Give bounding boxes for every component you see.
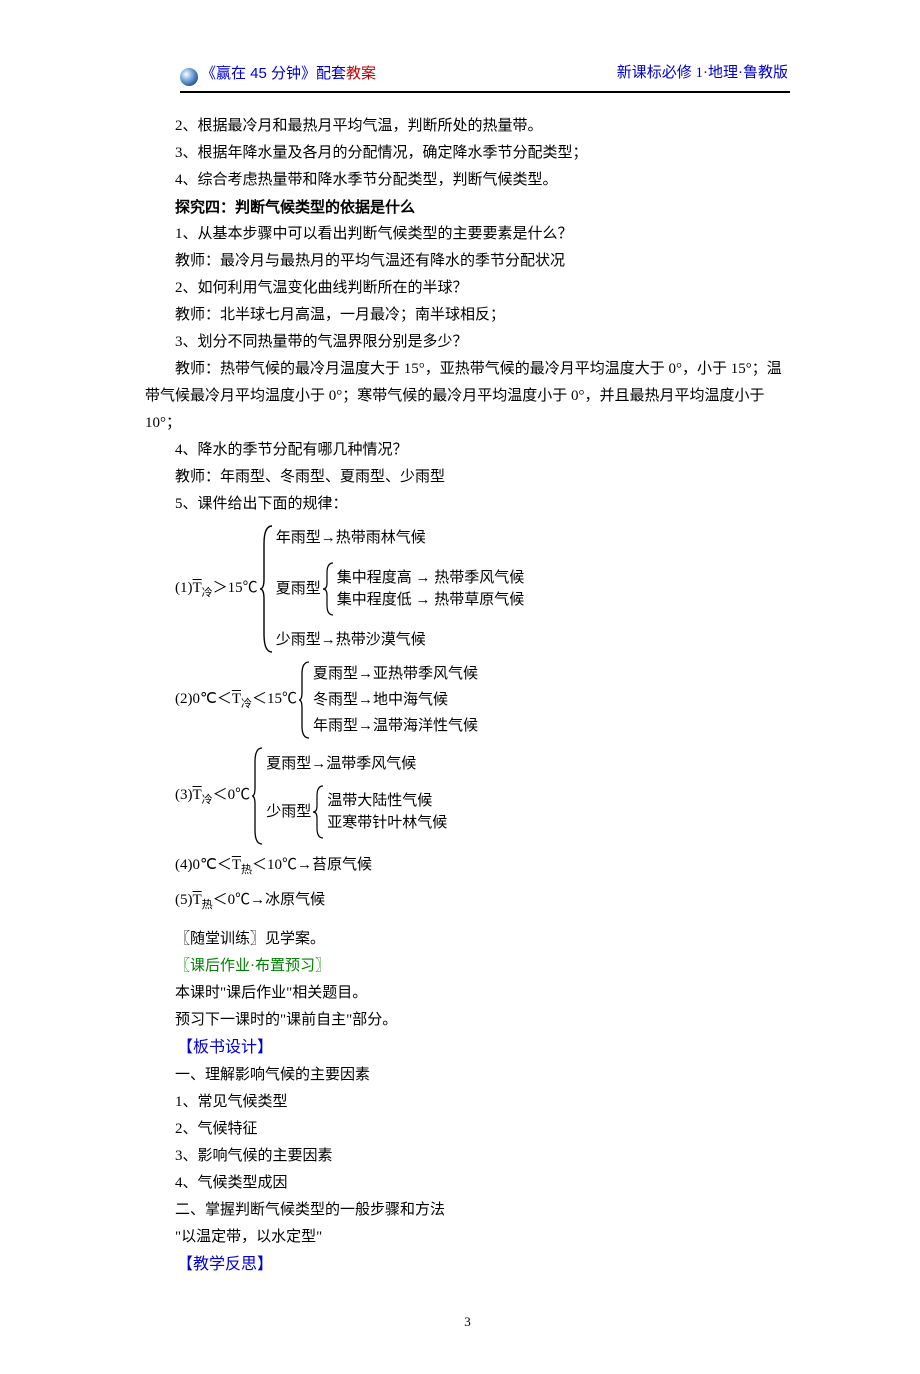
- sub-label: 夏雨型: [276, 577, 321, 601]
- climate-rule-1: (1)T冷＞15℃ 年雨型→热带雨林气候 夏雨型: [175, 524, 790, 654]
- para: 3、划分不同热量带的气温界限分别是多少？: [145, 329, 790, 356]
- para: 1、从基本步骤中可以看出判断气候类型的主要要素是什么？: [145, 221, 790, 248]
- rule-text: (5): [175, 892, 193, 908]
- para: 1、常见气候类型: [145, 1089, 790, 1116]
- page-header: 《赢在 45 分钟》配套教案 新课标必修 1·地理·鲁教版: [180, 60, 790, 87]
- para: 3、根据年降水量及各月的分配情况，确定降水季节分配类型；: [145, 140, 790, 167]
- climate-rule-3: (3)T冷＜0℃ 夏雨型→温带季风气候 少雨型: [175, 746, 790, 846]
- rule-text: ＜10℃→苔原气候: [252, 857, 372, 873]
- para-multiline: 教师：热带气候的最冷月温度大于 15°，亚热带气候的最冷月平均温度大于 0°，小…: [145, 356, 790, 437]
- para: 一、理解影响气候的主要因素: [145, 1062, 790, 1089]
- content: 2、根据最冷月和最热月平均气温，判断所处的热量带。 3、根据年降水量及各月的分配…: [145, 113, 790, 1280]
- rule-num: (2)0℃＜: [175, 691, 232, 707]
- header-left-red: 教案: [346, 60, 376, 87]
- page-number: 3: [145, 1310, 790, 1333]
- para: 预习下一课时的"课前自主"部分。: [145, 1007, 790, 1034]
- rule-line: 夏雨型→亚热带季风气候: [313, 662, 478, 686]
- sub-item: 温带大陆性气候: [327, 790, 447, 813]
- brace-icon: [258, 524, 274, 654]
- rule-text: (4)0℃＜: [175, 857, 232, 873]
- section-reflection: 【教学反思】: [145, 1251, 790, 1280]
- rule-line: 夏雨型→温带季风气候: [266, 752, 447, 776]
- para: 二、掌握判断气候类型的一般步骤和方法: [145, 1197, 790, 1224]
- t-sub: 热: [241, 864, 252, 876]
- sub-item: 亚寒带针叶林气候: [327, 812, 447, 835]
- para: 4、气候类型成因: [145, 1170, 790, 1197]
- climate-rule-5: (5)T热＜0℃→冰原气候: [175, 887, 790, 916]
- sub-label: 少雨型: [266, 800, 311, 824]
- rule-text: ＜0℃→冰原气候: [213, 892, 326, 908]
- sub-item: 集中程度高 → 热带季风气候: [337, 567, 525, 590]
- para: 2、根据最冷月和最热月平均气温，判断所处的热量带。: [145, 113, 790, 140]
- rule-line: 冬雨型→地中海气候: [313, 688, 478, 712]
- rule-prefix: (2)0℃＜T冷＜15℃: [175, 686, 297, 715]
- rule-line-nested: 少雨型 温带大陆性气候 亚寒带针叶林气候: [266, 784, 447, 840]
- t-sub: 热: [202, 899, 213, 911]
- rule-prefix: (3)T冷＜0℃: [175, 782, 250, 811]
- sub-brace-icon: [321, 561, 335, 617]
- header-rule: [180, 91, 790, 93]
- brace-icon: [297, 660, 311, 740]
- para: 5、课件给出下面的规律：: [145, 491, 790, 518]
- section-homework: 〖课后作业·布置预习〗: [145, 953, 790, 980]
- rule-line: 年雨型→热带雨林气候: [276, 526, 525, 550]
- rule-cond: ＞15℃: [213, 580, 258, 596]
- t-symbol: T: [193, 580, 202, 596]
- brace-icon: [250, 746, 264, 846]
- t-sub: 冷: [202, 794, 213, 806]
- para: 本课时"课后作业"相关题目。: [145, 980, 790, 1007]
- rule-cond: ＜0℃: [213, 787, 251, 803]
- rule-num: (3): [175, 787, 193, 803]
- t-symbol: T: [232, 857, 241, 873]
- rule-num: (1): [175, 580, 193, 596]
- header-left: 《赢在 45 分钟》配套教案: [180, 60, 376, 87]
- sub-item: 集中程度低 → 热带草原气候: [337, 589, 525, 612]
- t-symbol: T: [193, 892, 202, 908]
- rule-line: 少雨型→热带沙漠气候: [276, 628, 525, 652]
- t-sub: 冷: [241, 698, 252, 710]
- para: 4、降水的季节分配有哪几种情况？: [145, 437, 790, 464]
- t-symbol: T: [193, 787, 202, 803]
- rule-line-nested: 夏雨型 集中程度高 → 热带季风气候 集中程度低 → 热带草原气候: [276, 561, 525, 617]
- para: 教师：最冷月与最热月的平均气温还有降水的季节分配状况: [145, 248, 790, 275]
- climate-rule-4: (4)0℃＜T热＜10℃→苔原气候: [175, 852, 790, 881]
- para: 4、综合考虑热量带和降水季节分配类型，判断气候类型。: [145, 167, 790, 194]
- header-right: 新课标必修 1·地理·鲁教版: [617, 60, 788, 87]
- climate-rule-2: (2)0℃＜T冷＜15℃ 夏雨型→亚热带季风气候 冬雨型→地中海气候 年雨型→温…: [175, 660, 790, 740]
- para: 〖随堂训练〗见学案。: [145, 926, 790, 953]
- para: 2、气候特征: [145, 1116, 790, 1143]
- inquiry-heading: 探究四：判断气候类型的依据是什么: [145, 194, 790, 221]
- para: 教师：年雨型、冬雨型、夏雨型、少雨型: [145, 464, 790, 491]
- t-sub: 冷: [202, 587, 213, 599]
- header-left-text: 《赢在 45 分钟》配套: [201, 60, 346, 87]
- rule-cond: ＜15℃: [252, 691, 297, 707]
- para: 教师：北半球七月高温，一月最冷；南半球相反；: [145, 302, 790, 329]
- para: 2、如何利用气温变化曲线判断所在的半球？: [145, 275, 790, 302]
- sub-brace-icon: [311, 784, 325, 840]
- t-symbol: T: [232, 691, 241, 707]
- section-board: 【板书设计】: [145, 1034, 790, 1063]
- rule-line: 年雨型→温带海洋性气候: [313, 714, 478, 738]
- para: 3、影响气候的主要因素: [145, 1143, 790, 1170]
- para: "以温定带，以水定型": [145, 1224, 790, 1251]
- logo-icon: [180, 68, 198, 86]
- rule-prefix: (1)T冷＞15℃: [175, 575, 258, 604]
